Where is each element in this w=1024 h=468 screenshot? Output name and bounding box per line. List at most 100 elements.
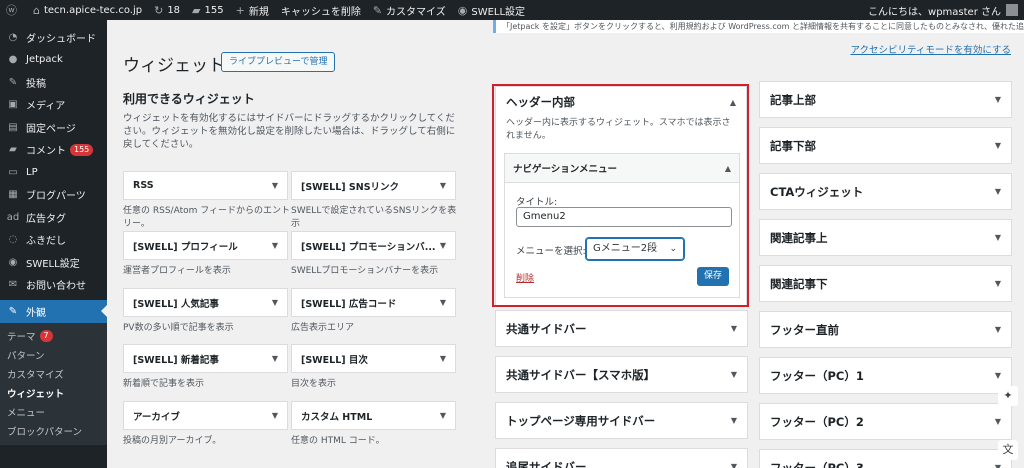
- caret-down-icon: ▼: [439, 241, 446, 250]
- sidebar-area[interactable]: CTAウィジェット ▼: [759, 173, 1012, 210]
- widget-name: [SWELL] SNSリンク: [301, 181, 400, 193]
- submenu-item-1[interactable]: パターン: [0, 346, 107, 365]
- area-title: 記事上部: [770, 92, 816, 107]
- sidebar-item-5[interactable]: ▰ コメント 155: [0, 139, 107, 162]
- widget-card[interactable]: [SWELL] プロモーションバ... ▼: [291, 231, 456, 260]
- widget-desc: SWELLプロモーションバナーを表示: [291, 266, 439, 276]
- sidebar-item-4[interactable]: ▤ 固定ページ: [0, 116, 107, 139]
- blogparts-icon: ▦: [8, 189, 18, 201]
- sidebar-area[interactable]: 記事上部 ▼: [759, 81, 1012, 118]
- sidebar-item-6[interactable]: ▭ LP: [0, 161, 107, 184]
- sidebar-area[interactable]: 追尾サイドバー ▼: [495, 448, 748, 468]
- sidebar-item-label: Jetpack: [26, 54, 63, 66]
- sidebar-item-label: メディア: [26, 101, 66, 113]
- sidebar-item-label: 外観: [26, 307, 46, 319]
- sidebar-item-label: 投稿: [26, 78, 46, 90]
- sidebar-item-2[interactable]: ✎ 投稿: [0, 71, 107, 94]
- sidebar-item-7[interactable]: ▦ ブログパーツ: [0, 184, 107, 207]
- submenu-item-0[interactable]: テーマ 7: [0, 327, 107, 346]
- delete-link[interactable]: 削除: [516, 271, 534, 284]
- sidebar-area[interactable]: 共通サイドバー ▼: [495, 310, 748, 347]
- new-content-link[interactable]: + 新規: [230, 0, 275, 20]
- widget-card[interactable]: [SWELL] 目次 ▼: [291, 344, 456, 373]
- sidebar-item-label: ブログパーツ: [26, 191, 86, 203]
- sidebar-item-3[interactable]: ▣ メディア: [0, 94, 107, 117]
- sidebar-area[interactable]: フッター（PC）1 ▼: [759, 357, 1012, 394]
- widget-desc: SWELLで設定されているSNSリンクを表示: [291, 206, 457, 229]
- nav-widget-header[interactable]: ナビゲーションメニュー ▲: [505, 154, 739, 183]
- widget-card[interactable]: [SWELL] SNSリンク ▼: [291, 171, 456, 200]
- widget-card[interactable]: アーカイブ ▼: [123, 401, 288, 430]
- header-area-toggle[interactable]: ヘッダー内部 ▲: [496, 87, 746, 117]
- comments-link[interactable]: ▰ 155: [186, 0, 230, 20]
- wordpress-icon: ⓦ: [6, 4, 17, 17]
- sidebar-item-9[interactable]: ◌ ふきだし: [0, 229, 107, 252]
- widget-card[interactable]: [SWELL] 広告コード ▼: [291, 288, 456, 317]
- caret-down-icon: ▼: [730, 370, 737, 379]
- sidebar-item-11[interactable]: ✉ お問い合わせ: [0, 274, 107, 297]
- sidebar-item-10[interactable]: ◉ SWELL設定: [0, 251, 107, 274]
- widget-card[interactable]: カスタム HTML ▼: [291, 401, 456, 430]
- mail-icon: ✉: [8, 279, 18, 291]
- widget-card[interactable]: [SWELL] プロフィール ▼: [123, 231, 288, 260]
- area-title: 共通サイドバー: [506, 321, 587, 336]
- accessibility-mode-link[interactable]: アクセシビリティモードを有効にする: [850, 42, 1011, 56]
- area-title: 記事下部: [770, 138, 816, 153]
- sidebar-item-label: お問い合わせ: [26, 281, 86, 293]
- sidebar-item-0[interactable]: ◔ ダッシュボード: [0, 26, 107, 49]
- admin-bar: ⓦ ⌂ tecn.apice-tec.co.jp ↻ 18 ▰ 155 + 新規 キャッ…: [0, 0, 1024, 20]
- page-icon: ▤: [8, 121, 18, 133]
- sidebar-area[interactable]: 関連記事上 ▼: [759, 219, 1012, 256]
- comment-count-badge: 155: [70, 143, 94, 156]
- clear-cache-link[interactable]: キャッシュを削除: [275, 0, 367, 20]
- swell-icon: ◉: [8, 256, 18, 268]
- widget-card[interactable]: RSS ▼: [123, 171, 288, 200]
- area-title: 追尾サイドバー: [506, 459, 587, 468]
- submenu-item-3[interactable]: ウィジェット: [0, 384, 107, 403]
- area-title: トップページ専用サイドバー: [506, 413, 656, 428]
- area-title: CTAウィジェット: [770, 184, 864, 199]
- sidebar-item-1[interactable]: ● Jetpack: [0, 49, 107, 72]
- submenu-label: ウィジェット: [7, 389, 65, 400]
- wp-logo-button[interactable]: ⓦ: [0, 0, 27, 20]
- header-area-title: ヘッダー内部: [506, 95, 575, 109]
- widget-name: [SWELL] 目次: [301, 354, 368, 366]
- translate-icon[interactable]: 文: [998, 440, 1018, 460]
- appearance-submenu: テーマ 7 パターン カスタマイズウィジェットメニュー ブロックパターン: [0, 322, 107, 445]
- updates-link[interactable]: ↻ 18: [148, 0, 186, 20]
- sidebar-area[interactable]: フッター直前 ▼: [759, 311, 1012, 348]
- widget-name: [SWELL] 人気記事: [133, 298, 219, 310]
- jetpack-icon: ●: [8, 54, 18, 66]
- swell-settings-link[interactable]: ◉ SWELL設定: [452, 0, 531, 20]
- area-title: フッター（PC）1: [770, 368, 864, 383]
- sidebar-area[interactable]: フッター（PC）3 ▼: [759, 449, 1012, 468]
- sidebar-item-8[interactable]: ad 広告タグ: [0, 206, 107, 229]
- caret-up-icon: ▲: [724, 163, 731, 173]
- widget-desc: PV数の多い順で記事を表示: [123, 323, 234, 333]
- sidebar-area[interactable]: 関連記事下 ▼: [759, 265, 1012, 302]
- page-title: ウィジェット: [123, 56, 225, 76]
- title-input[interactable]: Gmenu2: [516, 207, 732, 227]
- caret-down-icon: ▼: [994, 141, 1001, 150]
- widget-card[interactable]: [SWELL] 人気記事 ▼: [123, 288, 288, 317]
- submenu-item-4[interactable]: メニュー: [0, 403, 107, 422]
- widget-desc: 目次を表示: [291, 379, 337, 389]
- site-name-link[interactable]: ⌂ tecn.apice-tec.co.jp: [27, 0, 148, 20]
- widget-name: [SWELL] プロフィール: [133, 241, 238, 253]
- submenu-item-2[interactable]: カスタマイズ: [0, 365, 107, 384]
- balloon-icon: ◌: [8, 234, 18, 246]
- sidebar-item-appearance[interactable]: ✎ 外観: [0, 300, 107, 323]
- menu-select[interactable]: Gメニュー2段 ⌄: [586, 238, 684, 260]
- sidebar-area[interactable]: フッター（PC）2 ▼: [759, 403, 1012, 440]
- sparkle-icon[interactable]: ✦: [998, 386, 1018, 406]
- sidebar-area[interactable]: 記事下部 ▼: [759, 127, 1012, 164]
- sidebar-area[interactable]: トップページ専用サイドバー ▼: [495, 402, 748, 439]
- customize-link[interactable]: ✎ カスタマイズ: [367, 0, 452, 20]
- widget-card[interactable]: [SWELL] 新着記事 ▼: [123, 344, 288, 373]
- area-title: 関連記事下: [770, 276, 828, 291]
- save-button[interactable]: 保存: [697, 267, 729, 286]
- account-menu[interactable]: こんにちは、wpmaster さん: [868, 3, 1024, 18]
- submenu-item-5[interactable]: ブロックパターン: [0, 422, 107, 441]
- sidebar-area[interactable]: 共通サイドバー【スマホ版】 ▼: [495, 356, 748, 393]
- live-preview-button[interactable]: ライブプレビューで管理: [221, 52, 336, 72]
